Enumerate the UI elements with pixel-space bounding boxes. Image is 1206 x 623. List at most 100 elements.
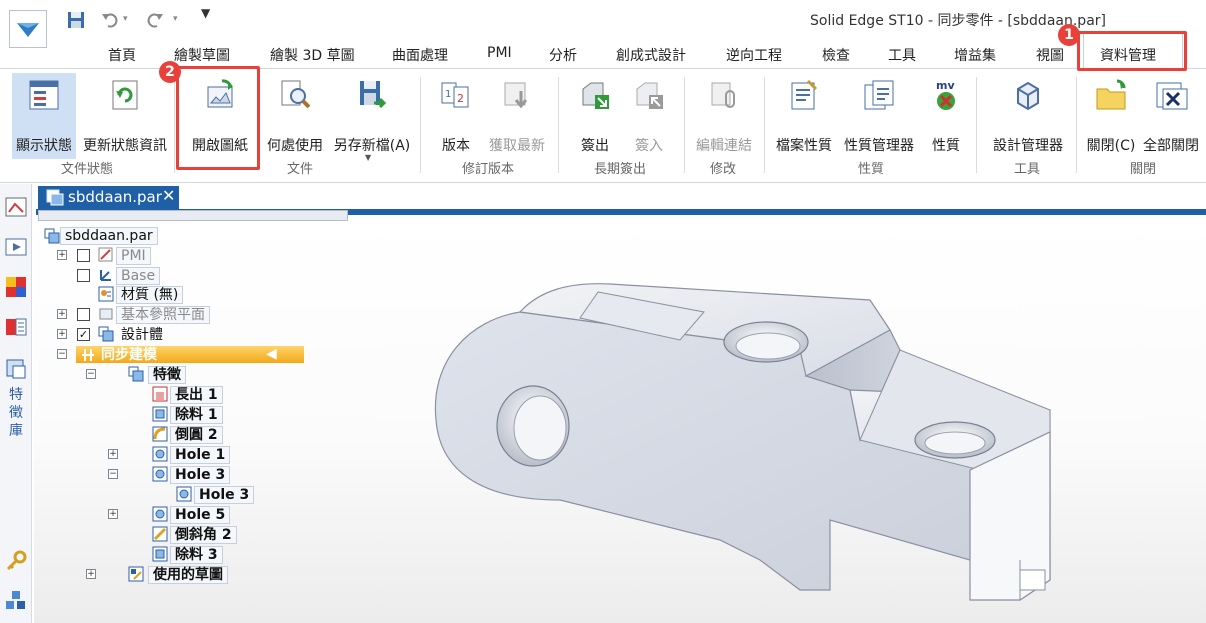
- property-manager-button[interactable]: 性質管理器: [840, 73, 918, 155]
- file-properties-icon: [786, 77, 822, 113]
- coordinate-system-icon: [100, 270, 111, 281]
- design-manager-icon: [1010, 77, 1046, 113]
- save-as-button[interactable]: 另存新檔(A): [330, 73, 414, 155]
- where-used-button[interactable]: 何處使用: [262, 73, 328, 155]
- expand-icon[interactable]: +: [57, 329, 67, 339]
- arrow-left-icon: ◀: [266, 346, 277, 362]
- tab-pmi[interactable]: PMI: [487, 45, 512, 61]
- sketch-icon: [128, 566, 144, 582]
- collapse-icon[interactable]: −: [108, 469, 118, 479]
- callout-badge-1: 1: [1058, 24, 1080, 46]
- close-tab-icon[interactable]: ✕: [162, 186, 175, 205]
- title-bar: ▾ ▾ ▼ Solid Edge ST10 - 同步零件 - [sbddaan.…: [0, 0, 1206, 48]
- svg-text:mv: mv: [936, 79, 955, 92]
- tab-home[interactable]: 首頁: [108, 45, 136, 65]
- features-icon: [128, 366, 144, 382]
- tab-add-ins[interactable]: 增益集: [954, 45, 996, 65]
- visibility-checkbox[interactable]: [77, 308, 90, 321]
- revision-button[interactable]: 12 版本: [430, 73, 482, 155]
- hole-icon: [176, 486, 192, 502]
- part-icon: [44, 228, 60, 244]
- visibility-checkbox[interactable]: [77, 269, 90, 282]
- feature-library-label[interactable]: 特徵庫: [9, 386, 25, 440]
- cutout-icon: [152, 546, 168, 562]
- group-close: 關閉: [1130, 162, 1157, 177]
- tab-view[interactable]: 視圖: [1036, 45, 1064, 65]
- group-document: 文件: [287, 162, 314, 177]
- customize-qat-icon[interactable]: ▼: [201, 6, 210, 26]
- visibility-checkbox[interactable]: ✓: [77, 328, 90, 341]
- check-in-icon: [631, 77, 667, 113]
- svg-text:1: 1: [445, 89, 451, 100]
- where-used-icon: [277, 77, 313, 113]
- properties-button[interactable]: mv 性質: [922, 73, 970, 155]
- layers-icon[interactable]: [5, 316, 27, 338]
- expand-icon[interactable]: +: [57, 250, 67, 260]
- undo-dropdown-icon[interactable]: ▾: [123, 14, 128, 34]
- close-folder-icon: [1093, 77, 1129, 113]
- check-out-icon: [577, 77, 613, 113]
- document-tab[interactable]: sbddaan.par ✕: [38, 186, 179, 209]
- chamfer-icon: [152, 526, 168, 542]
- key-icon[interactable]: [5, 550, 27, 572]
- pathfinder-icon[interactable]: [5, 196, 27, 218]
- close-button[interactable]: 關閉(C): [1084, 73, 1138, 155]
- assembly-icon[interactable]: [5, 590, 27, 612]
- tab-sketch[interactable]: 繪製草圖: [174, 45, 230, 65]
- expand-icon[interactable]: +: [86, 569, 96, 579]
- collapse-icon[interactable]: −: [57, 349, 67, 359]
- group-properties: 性質: [858, 162, 885, 177]
- get-latest-icon: [499, 77, 535, 113]
- display-status-button[interactable]: 顯示狀態: [12, 73, 76, 159]
- file-properties-button[interactable]: 檔案性質: [772, 73, 836, 155]
- reference-plane-icon: [99, 308, 113, 320]
- callout-box-data-management: [1077, 31, 1187, 71]
- refresh-status-icon: [107, 77, 143, 113]
- tab-inspect[interactable]: 檢查: [822, 45, 850, 65]
- tab-reverse-engineering[interactable]: 逆向工程: [726, 45, 782, 65]
- tab-surfacing[interactable]: 曲面處理: [392, 45, 448, 65]
- callout-box-open-drawing: [176, 66, 260, 170]
- collapse-icon[interactable]: −: [86, 369, 96, 379]
- tab-tools[interactable]: 工具: [888, 45, 916, 65]
- save-icon[interactable]: [66, 10, 86, 30]
- hole-icon: [152, 446, 168, 462]
- tab-generative-design[interactable]: 創成式設計: [616, 45, 686, 65]
- ribbon-separator: [764, 77, 765, 173]
- revision-icon: 12: [438, 77, 474, 113]
- feature-playback-icon[interactable]: [5, 236, 27, 258]
- group-revision: 修訂版本: [462, 162, 515, 177]
- display-status-icon: [26, 77, 62, 113]
- properties-icon: mv: [928, 77, 964, 113]
- expand-icon[interactable]: +: [108, 449, 118, 459]
- close-all-button[interactable]: 全部關閉: [1140, 73, 1202, 155]
- protrusion-icon: [152, 386, 168, 402]
- save-as-dropdown-icon[interactable]: ▼: [365, 153, 371, 162]
- feature-library-icon[interactable]: [5, 358, 27, 380]
- color-manager-icon[interactable]: [5, 276, 27, 298]
- check-out-button[interactable]: 簽出: [568, 73, 622, 155]
- update-status-button[interactable]: 更新狀態資訊: [78, 73, 172, 155]
- tab-analysis[interactable]: 分析: [549, 45, 577, 65]
- tab-3d-sketch[interactable]: 繪製 3D 草圖: [270, 45, 355, 65]
- ribbon-separator: [558, 77, 559, 173]
- design-body-icon: [98, 326, 114, 342]
- edit-links-button: 編輯連結: [692, 73, 756, 155]
- redo-icon[interactable]: [143, 10, 165, 30]
- visibility-checkbox[interactable]: [77, 249, 90, 262]
- redo-dropdown-icon[interactable]: ▾: [173, 14, 178, 34]
- ribbon-separator: [420, 77, 421, 173]
- group-tools: 工具: [1014, 162, 1041, 177]
- undo-icon[interactable]: [100, 10, 122, 30]
- ribbon-separator: [976, 77, 977, 173]
- ribbon-separator: [1076, 77, 1077, 173]
- group-long-term-checkout: 長期簽出: [594, 162, 647, 177]
- property-manager-icon: [861, 77, 897, 113]
- expand-icon[interactable]: +: [108, 509, 118, 519]
- pathfinder-splitter[interactable]: [38, 210, 348, 221]
- group-document-status: 文件狀態: [61, 162, 114, 177]
- expand-icon[interactable]: +: [57, 309, 67, 319]
- design-manager-button[interactable]: 設計管理器: [988, 73, 1068, 155]
- get-latest-button: 獲取最新: [484, 73, 550, 155]
- pmi-icon: [98, 247, 113, 262]
